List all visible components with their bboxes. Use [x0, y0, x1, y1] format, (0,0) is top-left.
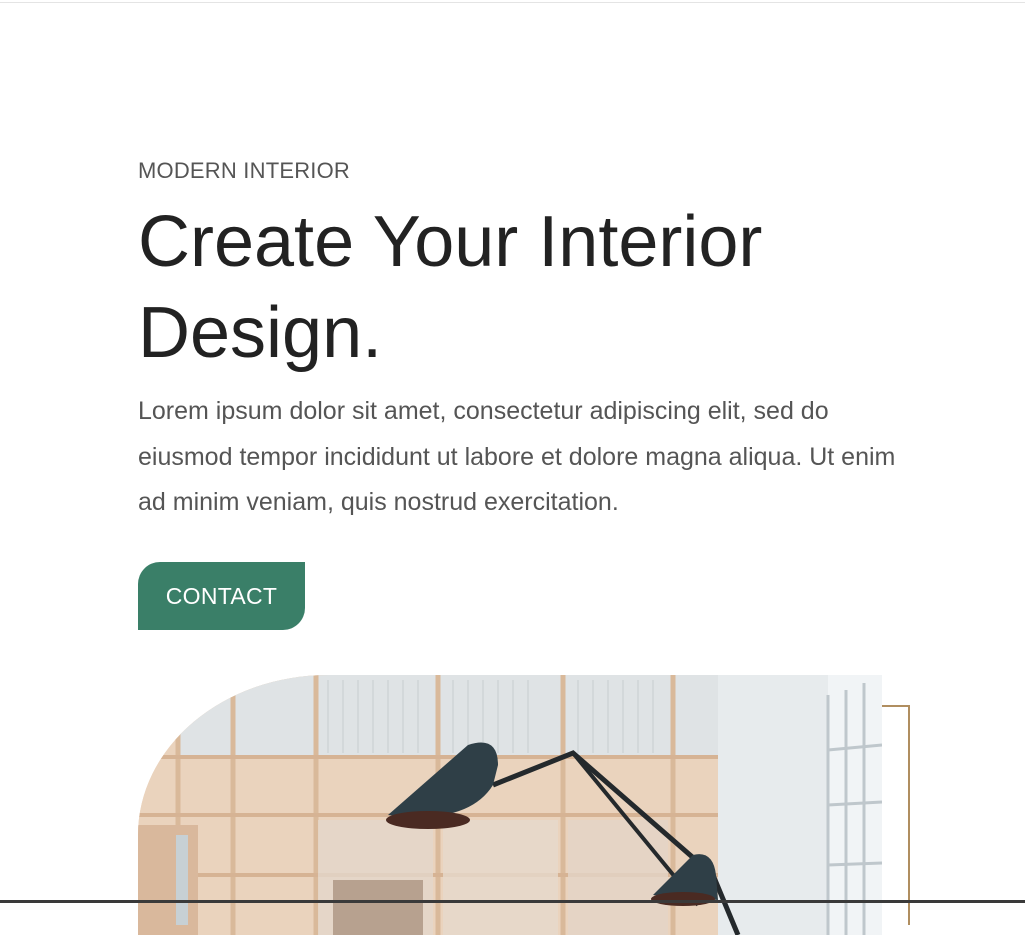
header-divider	[0, 2, 1025, 3]
contact-button[interactable]: CONTACT	[138, 562, 305, 630]
hero-title: Create Your Interior Design.	[138, 202, 763, 373]
hero-eyebrow: MODERN INTERIOR	[138, 158, 350, 183]
hero-description: Lorem ipsum dolor sit amet, consectetur …	[138, 397, 896, 516]
interior-photo	[138, 675, 882, 935]
